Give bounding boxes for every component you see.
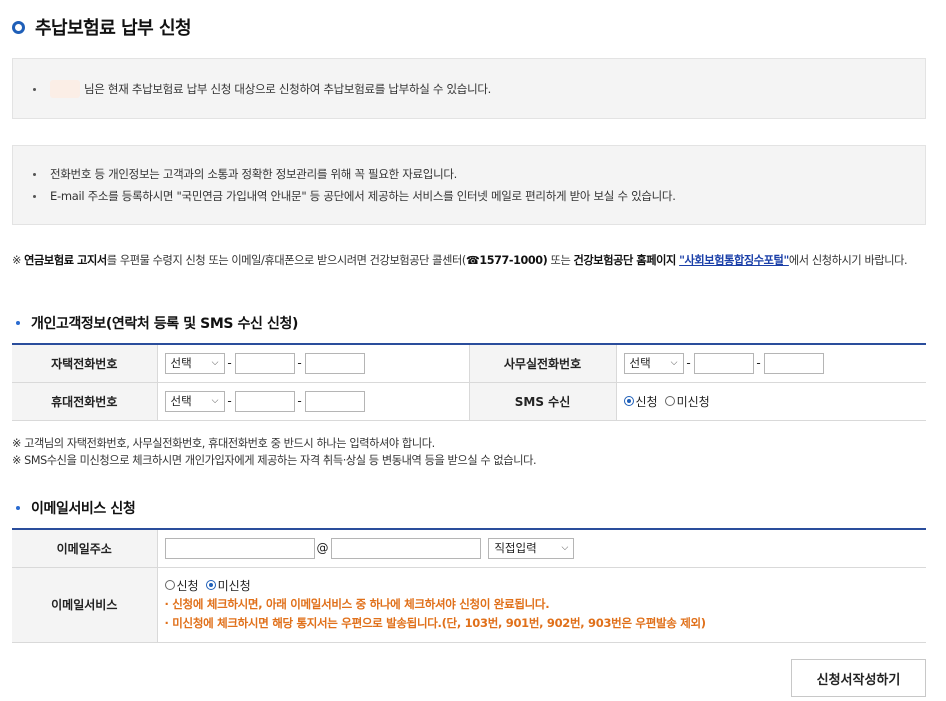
create-application-button[interactable]: 신청서작성하기 bbox=[791, 659, 926, 697]
contact-note-2: ※ SMS수신을 미신청으로 체크하시면 개인가입자에게 제공하는 자격 취득·… bbox=[12, 454, 537, 467]
home-phone-area-select[interactable]: 선택 ⌵ bbox=[164, 352, 225, 374]
section-personal-info-title: 개인고객정보(연락처 등록 및 SMS 수신 신청) bbox=[16, 313, 298, 333]
sms-decline-radio[interactable] bbox=[664, 396, 675, 406]
page-title-text: 추납보험료 납부 신청 bbox=[35, 18, 192, 39]
chevron-down-icon: ⌵ bbox=[561, 543, 569, 554]
office-phone-fields: 선택 ⌵ - - bbox=[615, 344, 926, 383]
mobile-phone-fields: 선택 ⌵ - - bbox=[156, 382, 469, 421]
home-phone-label: 자택전화번호 bbox=[12, 344, 157, 383]
email-address-fields: @ 직접입력 ⌵ bbox=[156, 529, 926, 568]
privacy-notice: 전화번호 등 개인정보는 고객과의 소통과 정확한 정보관리를 위해 꼭 필요한… bbox=[12, 145, 926, 225]
chevron-down-icon: ⌵ bbox=[211, 396, 219, 406]
mobile-last-input[interactable] bbox=[304, 390, 365, 412]
social-insurance-portal-link[interactable]: "사회보험통합징수포털" bbox=[679, 254, 789, 267]
privacy-line-2: E-mail 주소를 등록하시면 "국민연금 가입내역 안내문" 등 공단에서 … bbox=[33, 188, 676, 204]
office-phone-last-input[interactable] bbox=[763, 352, 824, 374]
email-apply-radio[interactable] bbox=[164, 580, 175, 590]
section-bullet-icon bbox=[16, 321, 20, 325]
sms-label: SMS 수신 bbox=[468, 382, 616, 421]
home-phone-last-input[interactable] bbox=[304, 352, 365, 374]
email-warning-1: · 신청에 체크하시면, 아래 이메일서비스 중 하나에 체크하셔야 신청이 완… bbox=[164, 596, 550, 611]
email-address-row: 이메일주소 @ 직접입력 ⌵ bbox=[12, 529, 926, 568]
office-phone-area-select[interactable]: 선택 ⌵ bbox=[623, 352, 684, 374]
chevron-down-icon: ⌵ bbox=[670, 358, 678, 369]
page-title: 추납보험료 납부 신청 bbox=[12, 14, 192, 40]
contact-notes: ※ 고객님의 자택전화번호, 사무실전화번호, 휴대전화번호 중 반드시 하나는… bbox=[12, 435, 932, 469]
contact-info-table: 자택전화번호 선택 ⌵ - - 사무실전화번호 선택 ⌵ - - 휴대전화번호 선택 ⌵ - - … bbox=[12, 343, 926, 421]
phone-row-1: 자택전화번호 선택 ⌵ - - 사무실전화번호 선택 ⌵ - - bbox=[12, 344, 926, 383]
email-service-row: 이메일서비스 신청 미신청 · 신청에 체크하시면, 아래 이메일서비스 중 하… bbox=[12, 567, 926, 643]
privacy-line-1: 전화번호 등 개인정보는 고객과의 소통과 정확한 정보관리를 위해 꼭 필요한… bbox=[33, 166, 457, 182]
home-phone-fields: 선택 ⌵ - - bbox=[156, 344, 469, 383]
chevron-down-icon: ⌵ bbox=[211, 358, 219, 369]
billing-remark: ※ 연금보험료 고지서를 우편물 수령지 신청 또는 이메일/휴대폰으로 받으시… bbox=[12, 254, 908, 267]
eligibility-notice: 님은 현재 추납보험료 납부 신청 대상으로 신청하여 추납보험료를 납부하실 … bbox=[12, 58, 926, 119]
masked-user-name bbox=[50, 80, 80, 98]
home-phone-middle-input[interactable] bbox=[234, 352, 295, 374]
mobile-phone-label: 휴대전화번호 bbox=[12, 382, 157, 421]
mobile-middle-input[interactable] bbox=[234, 390, 295, 412]
email-service-label: 이메일서비스 bbox=[12, 567, 157, 643]
bullet-dot-icon bbox=[33, 87, 36, 91]
email-address-label: 이메일주소 bbox=[12, 529, 157, 568]
sms-options: 신청 미신청 bbox=[615, 382, 926, 421]
eligibility-line: 님은 현재 추납보험료 납부 신청 대상으로 신청하여 추납보험료를 납부하실 … bbox=[33, 80, 491, 98]
email-domain-select[interactable]: 직접입력 ⌵ bbox=[488, 537, 575, 559]
section-email-title: 이메일서비스 신청 bbox=[16, 498, 136, 518]
email-warning-2: · 미신청에 체크하시면 해당 통지서는 우편으로 발송됩니다.(단, 103번… bbox=[164, 615, 707, 630]
mobile-prefix-select[interactable]: 선택 ⌵ bbox=[164, 390, 225, 412]
email-service-fields: 신청 미신청 · 신청에 체크하시면, 아래 이메일서비스 중 하나에 체크하셔… bbox=[156, 567, 926, 643]
email-service-table: 이메일주소 @ 직접입력 ⌵ 이메일서비스 신청 미신청 · 신청에 체크하시면,… bbox=[12, 528, 926, 643]
title-bullet-icon bbox=[12, 20, 25, 34]
section-bullet-icon bbox=[16, 506, 20, 510]
email-domain-input[interactable] bbox=[330, 537, 481, 559]
office-phone-label: 사무실전화번호 bbox=[468, 344, 616, 383]
sms-apply-radio[interactable] bbox=[623, 396, 634, 406]
office-phone-middle-input[interactable] bbox=[693, 352, 754, 374]
phone-row-2: 휴대전화번호 선택 ⌵ - - SMS 수신 신청 미신청 bbox=[12, 382, 926, 421]
bullet-dot-icon bbox=[33, 172, 36, 176]
eligibility-text: 님은 현재 추납보험료 납부 신청 대상으로 신청하여 추납보험료를 납부하실 … bbox=[84, 82, 491, 96]
contact-note-1: ※ 고객님의 자택전화번호, 사무실전화번호, 휴대전화번호 중 반드시 하나는… bbox=[12, 437, 435, 450]
email-decline-radio[interactable] bbox=[205, 580, 216, 590]
bullet-dot-icon bbox=[33, 194, 36, 198]
email-id-input[interactable] bbox=[164, 537, 315, 559]
